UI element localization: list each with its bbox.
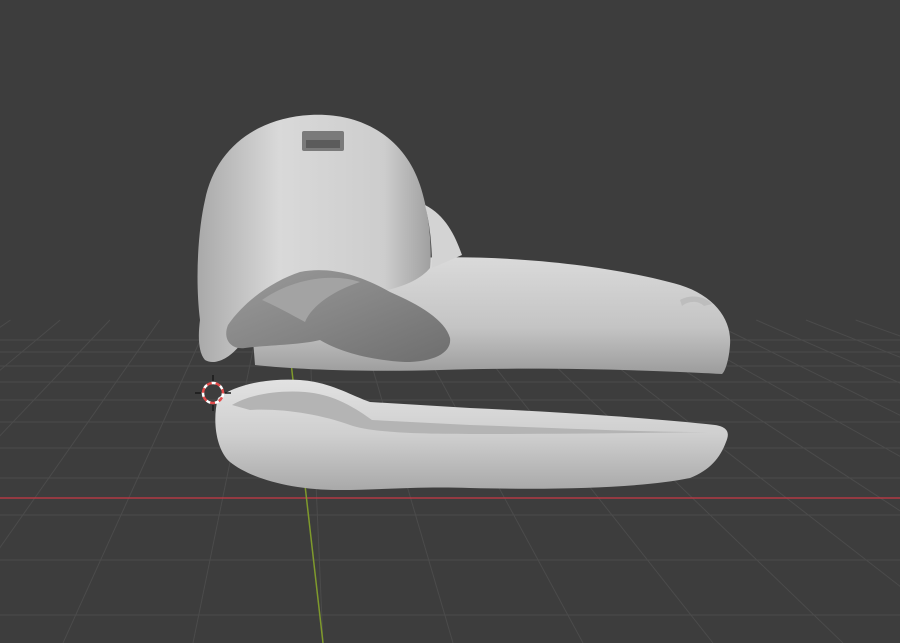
grid-line [0, 319, 61, 371]
grid-line [756, 319, 900, 384]
grid-line [62, 319, 210, 643]
head-slot-inner [306, 140, 340, 148]
viewport-canvas[interactable] [0, 0, 900, 643]
grid-line [805, 319, 900, 358]
3d-viewport[interactable] [0, 0, 900, 643]
grid-line [192, 319, 260, 643]
grid-line [855, 319, 900, 337]
grid-line [706, 319, 900, 416]
grid-line [0, 319, 111, 437]
